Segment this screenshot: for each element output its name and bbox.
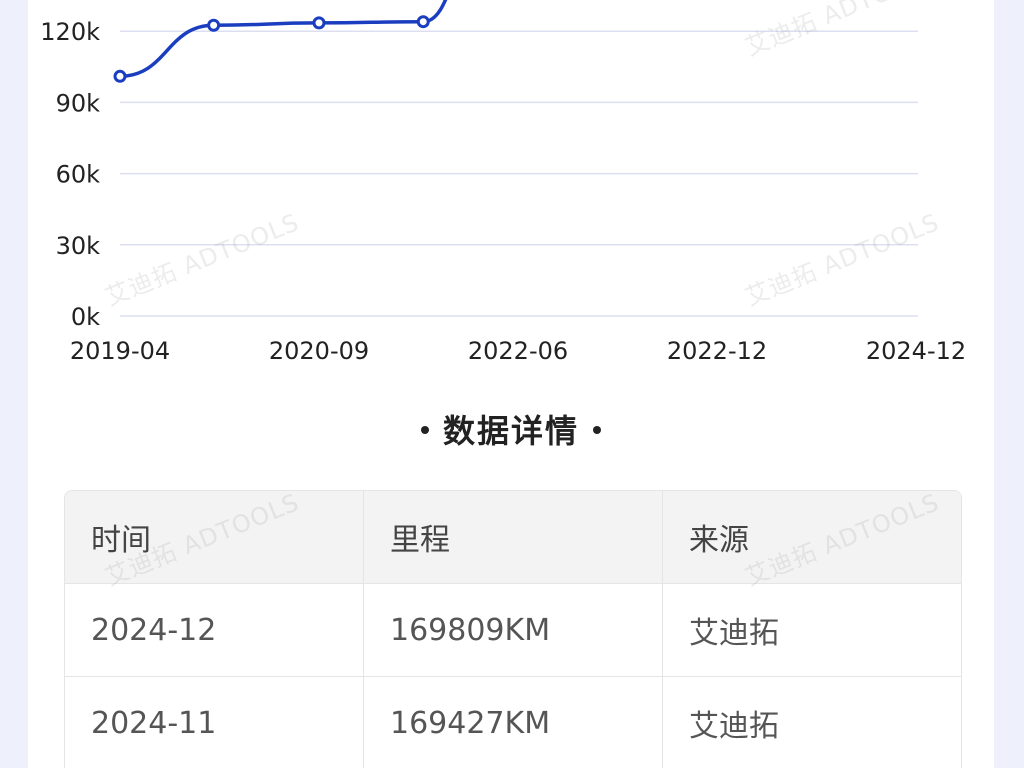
y-tick-label: 0k xyxy=(71,303,100,331)
y-tick-label: 30k xyxy=(56,232,101,260)
cell-mileage: 169809KM xyxy=(364,584,663,676)
x-tick-label: 2020-09 xyxy=(269,337,369,365)
x-tick-label: 2022-06 xyxy=(468,337,568,365)
x-tick-label: 2022-12 xyxy=(667,337,767,365)
data-point xyxy=(416,15,430,29)
bullet-dot-icon xyxy=(420,426,429,434)
cell-source: 艾迪拓 xyxy=(689,616,779,651)
y-tick-label: 90k xyxy=(56,89,101,117)
table-header-row: 时间 里程 来源 xyxy=(65,491,961,584)
bullet-dot-icon xyxy=(593,426,601,434)
header-cell-time: 时间 xyxy=(65,491,364,583)
table-row: 2024-12 169809KM 艾迪拓 xyxy=(65,584,961,677)
line-chart-svg: 0k 30k 60k 90k 120k 2019-04 2020-09 2022-06 2022… xyxy=(40,0,966,365)
section-heading: 数据详情 xyxy=(28,406,994,452)
content-card: 0k 30k 60k 90k 120k 2019-04 2020-09 2022-06 2022… xyxy=(28,0,994,768)
data-point xyxy=(207,18,221,32)
cell-source: 艾迪拓 xyxy=(689,709,779,744)
series-line xyxy=(118,0,448,79)
x-tick-label: 2019-04 xyxy=(70,337,170,365)
header-cell-mileage: 里程 xyxy=(364,491,663,583)
section-title-text: 数据详情 xyxy=(442,412,579,450)
cell-time: 2024-11 xyxy=(65,677,364,768)
y-tick-label: 60k xyxy=(56,161,101,189)
cell-time: 2024-12 xyxy=(65,584,364,676)
table-row: 2024-11 169427KM 艾迪拓 xyxy=(65,677,961,768)
x-tick-label: 2024-12 xyxy=(866,337,966,365)
cell-mileage: 169427KM xyxy=(364,677,663,768)
mileage-chart: 0k 30k 60k 90k 120k 2019-04 2020-09 2022-06 2022… xyxy=(28,0,994,380)
data-point xyxy=(312,16,326,30)
y-tick-label: 120k xyxy=(40,18,100,46)
header-cell-source: 来源 xyxy=(689,523,749,558)
data-point xyxy=(113,69,127,83)
data-table: 时间 里程 来源 2024-12 169809KM 艾迪拓 2024-11 16… xyxy=(64,490,962,768)
